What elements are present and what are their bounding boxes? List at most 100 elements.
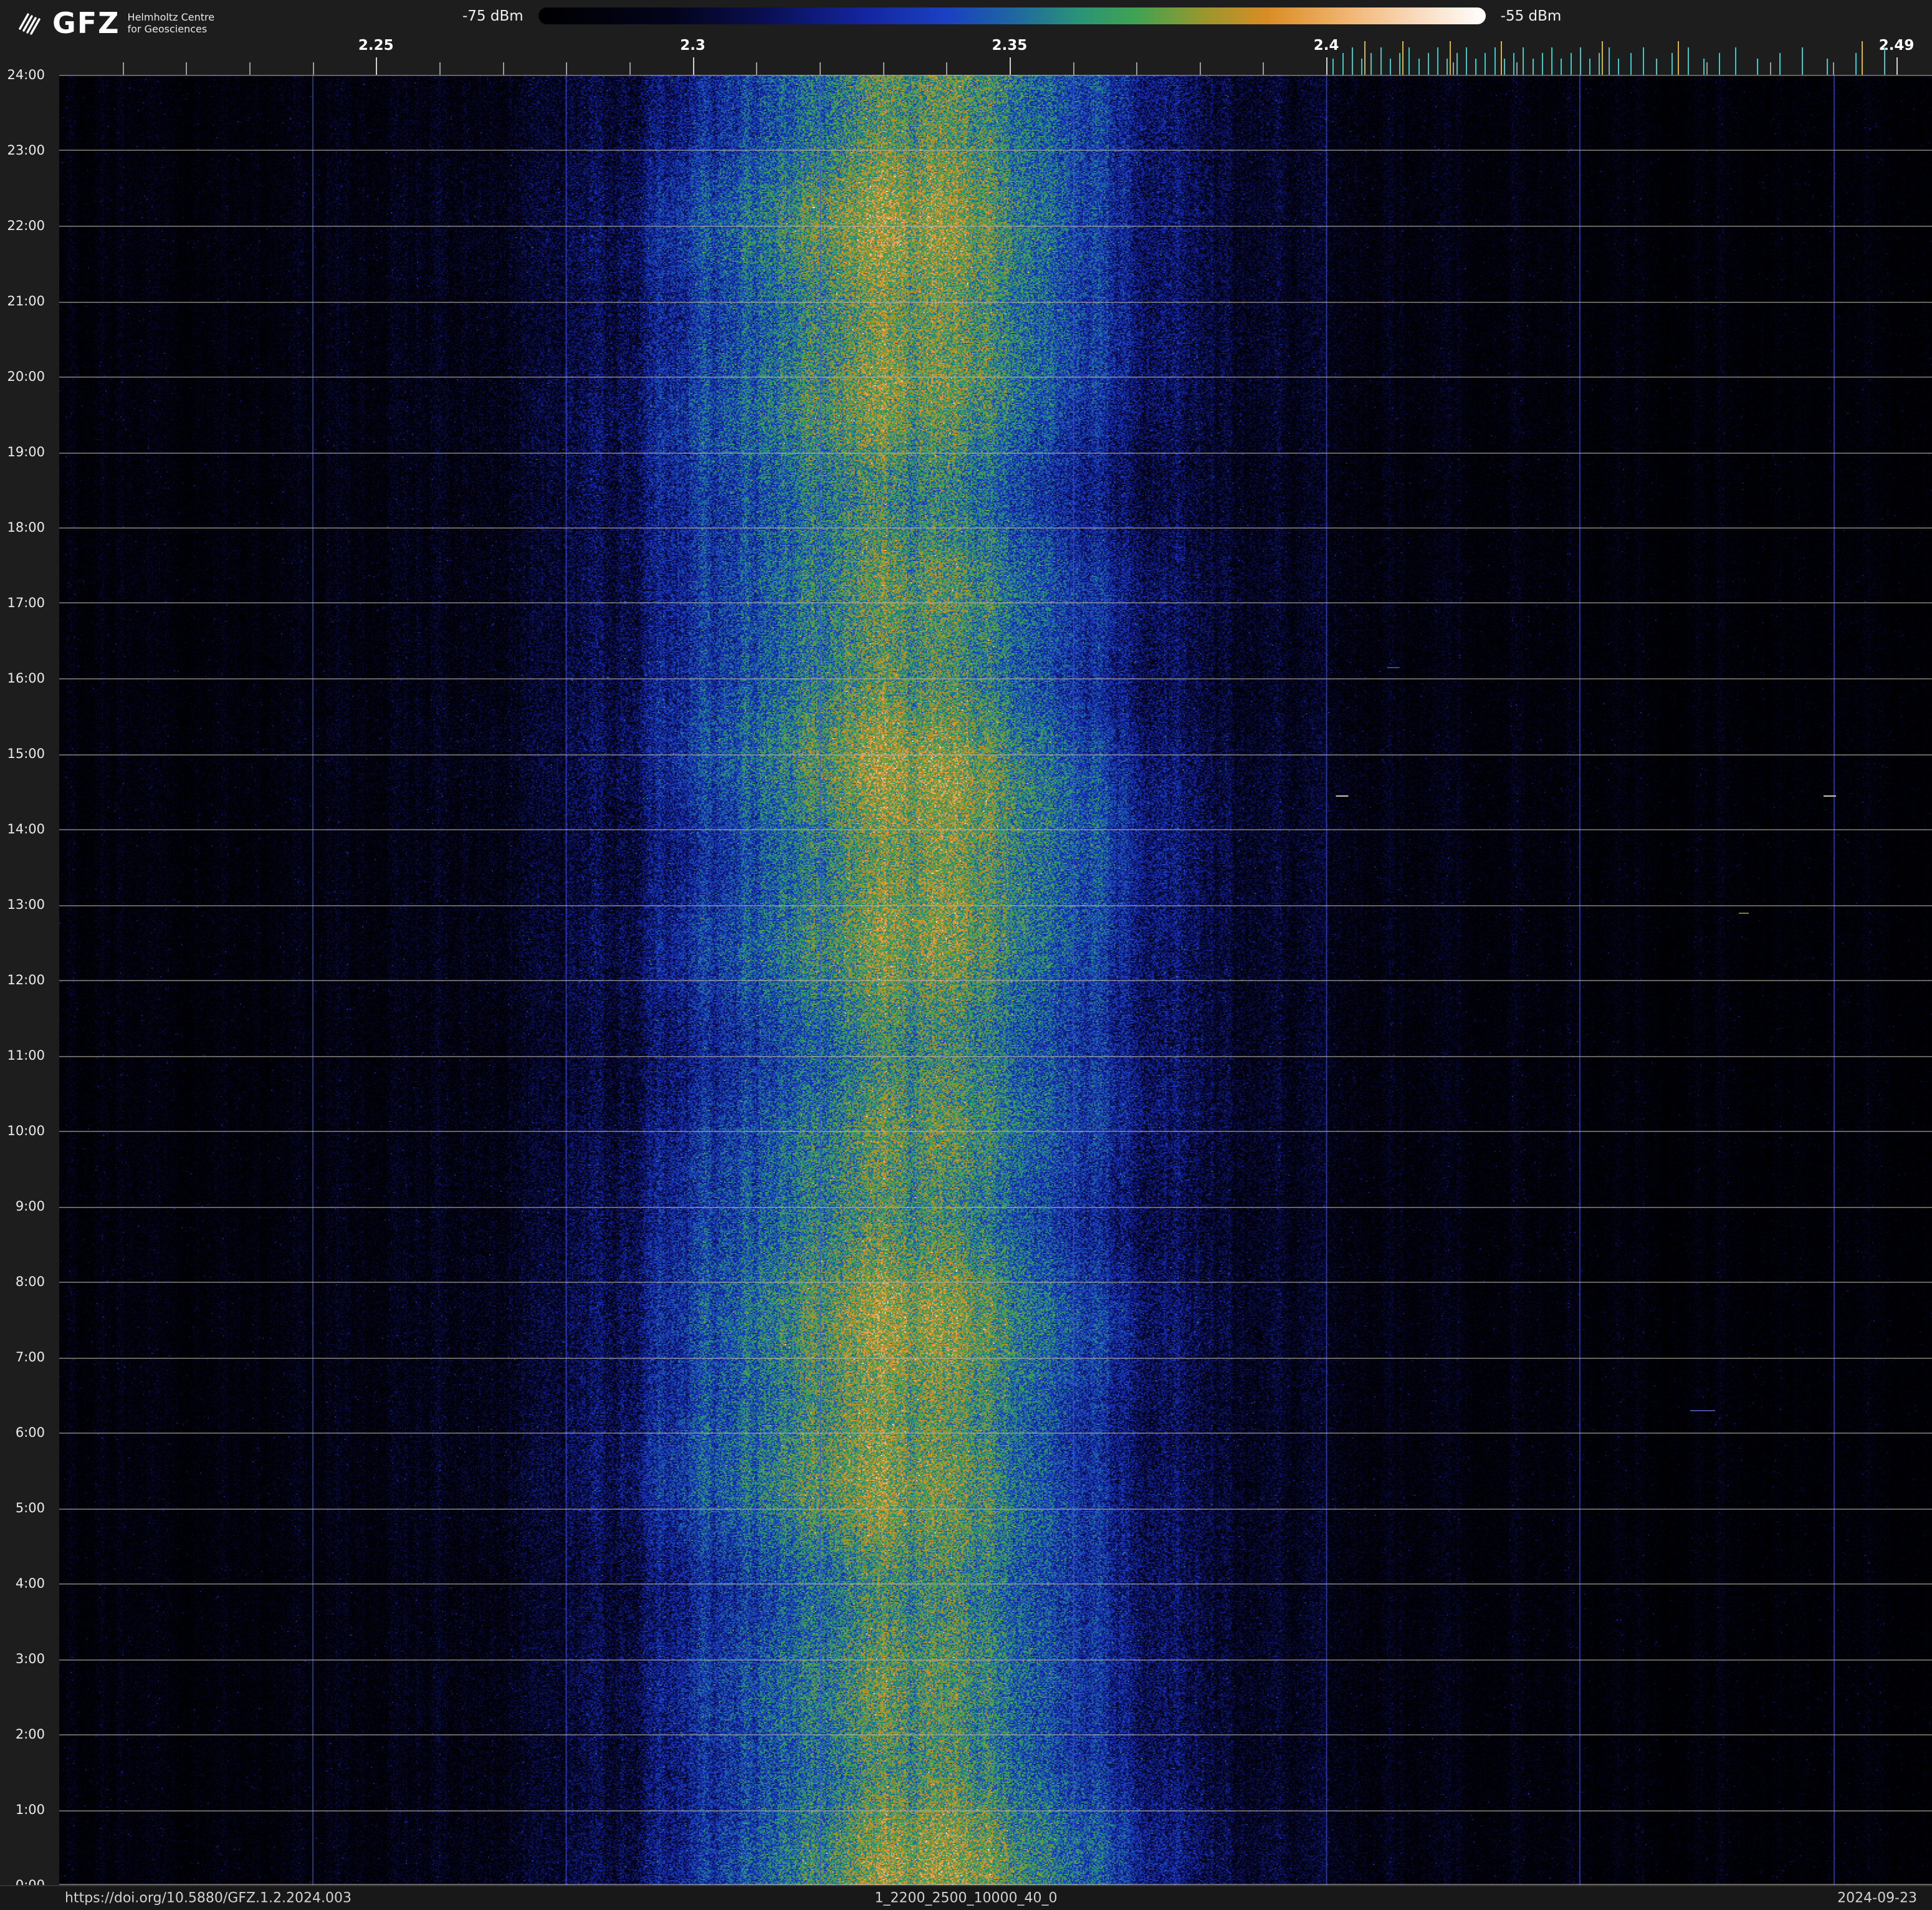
freq-minor-tick bbox=[1706, 62, 1708, 75]
signal-tick-cyan bbox=[1332, 59, 1334, 75]
signal-tick-cyan bbox=[1465, 47, 1467, 75]
doi-link[interactable]: https://doi.org/10.5880/GFZ.1.2.2024.003 bbox=[65, 1891, 351, 1906]
signal-tick-cyan bbox=[1361, 59, 1363, 75]
signal-tick-cyan bbox=[1494, 47, 1496, 75]
signal-tick-cyan bbox=[1599, 53, 1600, 75]
dataset-id: 1_2200_2500_10000_40_0 bbox=[874, 1890, 1058, 1906]
signal-tick-yellow bbox=[1364, 41, 1366, 75]
signal-tick-cyan bbox=[1617, 59, 1619, 75]
signal-tick-cyan bbox=[1503, 59, 1505, 75]
signal-tick-cyan bbox=[1655, 59, 1657, 75]
signal-tick-cyan bbox=[1380, 47, 1382, 75]
freq-minor-tick bbox=[1833, 62, 1835, 75]
date-label: 2024-09-23 bbox=[1837, 1890, 1917, 1906]
signal-tick-yellow bbox=[1678, 41, 1680, 75]
time-tick-label: 15:00 bbox=[7, 746, 45, 761]
signal-tick-cyan bbox=[1485, 53, 1486, 75]
signal-tick-cyan bbox=[1427, 53, 1429, 75]
signal-tick-cyan bbox=[1370, 53, 1372, 75]
colorbar-min-label: -75 dBm bbox=[462, 7, 524, 24]
signal-tick-cyan bbox=[1447, 59, 1448, 75]
signal-tick-yellow bbox=[1500, 41, 1502, 75]
signal-tick-cyan bbox=[1418, 59, 1420, 75]
signal-tick-cyan bbox=[1570, 53, 1572, 75]
time-tick-label: 9:00 bbox=[15, 1199, 45, 1214]
signal-tick-cyan bbox=[1513, 53, 1515, 75]
freq-minor-tick bbox=[1453, 62, 1455, 75]
freq-minor-tick bbox=[249, 62, 251, 75]
time-tick-label: 10:00 bbox=[7, 1123, 45, 1138]
freq-major-tick bbox=[376, 57, 378, 75]
signal-tick-cyan bbox=[1351, 47, 1353, 75]
signal-tick-cyan bbox=[1608, 47, 1610, 75]
signal-tick-cyan bbox=[1779, 53, 1781, 75]
logo-subtitle-line2: for Geosciences bbox=[127, 23, 208, 35]
freq-minor-tick bbox=[1516, 62, 1518, 75]
freq-tick-label: 2.35 bbox=[992, 37, 1028, 54]
signal-tick-cyan bbox=[1551, 47, 1553, 75]
colorbar-scale: -75 dBm -55 dBm bbox=[462, 7, 1561, 24]
time-tick-label: 8:00 bbox=[15, 1274, 45, 1289]
signal-tick-cyan bbox=[1561, 59, 1562, 75]
signal-tick-cyan bbox=[1532, 59, 1534, 75]
time-tick-label: 21:00 bbox=[7, 294, 45, 309]
logo-subtitle: Helmholtz Centre for Geosciences bbox=[128, 11, 215, 35]
signal-tick-cyan bbox=[1801, 47, 1803, 75]
time-tick-label: 7:00 bbox=[15, 1350, 45, 1365]
freq-minor-tick bbox=[439, 62, 441, 75]
signal-tick-cyan bbox=[1671, 53, 1673, 75]
signal-tick-cyan bbox=[1703, 59, 1705, 75]
spectrogram-page: GFZ Helmholtz Centre for Geosciences -75… bbox=[0, 0, 1932, 1910]
freq-minor-tick bbox=[312, 62, 314, 75]
signal-tick-yellow bbox=[1450, 41, 1451, 75]
freq-minor-tick bbox=[629, 62, 631, 75]
freq-tick-label: 2.25 bbox=[358, 37, 394, 54]
freq-minor-tick bbox=[819, 62, 821, 75]
freq-major-tick bbox=[1896, 57, 1898, 75]
logo-acronym: GFZ bbox=[52, 6, 120, 40]
gfz-logo-hatch-icon bbox=[19, 13, 41, 35]
time-tick-label: 2:00 bbox=[15, 1727, 45, 1742]
freq-major-tick bbox=[1326, 57, 1328, 75]
frequency-axis: 2.25 2.3 2.35 2.4 2.49 bbox=[59, 35, 1932, 75]
time-tick-label: 16:00 bbox=[7, 671, 45, 686]
signal-tick-cyan bbox=[1399, 53, 1401, 75]
spectrogram-canvas bbox=[59, 75, 1932, 1885]
freq-minor-tick bbox=[1073, 62, 1074, 75]
time-tick-label: 3:00 bbox=[15, 1651, 45, 1666]
freq-minor-tick bbox=[756, 62, 758, 75]
signal-tick-cyan bbox=[1855, 53, 1857, 75]
time-tick-label: 11:00 bbox=[7, 1048, 45, 1063]
signal-tick-cyan bbox=[1757, 59, 1759, 75]
time-tick-label: 6:00 bbox=[15, 1425, 45, 1440]
time-tick-label: 17:00 bbox=[7, 595, 45, 610]
signal-tick-cyan bbox=[1643, 47, 1645, 75]
signal-tick-cyan bbox=[1589, 59, 1591, 75]
time-tick-label: 12:00 bbox=[7, 972, 45, 987]
signal-tick-cyan bbox=[1630, 53, 1632, 75]
freq-minor-tick bbox=[882, 62, 884, 75]
signal-tick-yellow bbox=[1862, 41, 1863, 75]
time-tick-label: 24:00 bbox=[7, 67, 45, 82]
freq-minor-tick bbox=[122, 62, 124, 75]
signal-tick-cyan bbox=[1883, 47, 1885, 75]
time-tick-label: 20:00 bbox=[7, 369, 45, 384]
signal-tick-cyan bbox=[1523, 47, 1524, 75]
time-tick-label: 4:00 bbox=[15, 1576, 45, 1591]
signal-tick-cyan bbox=[1437, 47, 1439, 75]
freq-minor-tick bbox=[186, 62, 188, 75]
signal-tick-cyan bbox=[1475, 59, 1477, 75]
signal-tick-cyan bbox=[1389, 59, 1391, 75]
colorbar-gradient bbox=[538, 7, 1486, 24]
time-tick-label: 22:00 bbox=[7, 218, 45, 233]
freq-major-tick bbox=[1009, 57, 1011, 75]
footer: https://doi.org/10.5880/GFZ.1.2.2024.003… bbox=[0, 1885, 1932, 1910]
time-tick-label: 19:00 bbox=[7, 444, 45, 459]
time-tick-label: 18:00 bbox=[7, 520, 45, 535]
signal-tick-cyan bbox=[1579, 47, 1581, 75]
freq-minor-tick bbox=[1136, 62, 1138, 75]
signal-tick-cyan bbox=[1456, 53, 1458, 75]
plot-area bbox=[59, 75, 1932, 1885]
freq-minor-tick bbox=[1769, 62, 1771, 75]
colorbar-max-label: -55 dBm bbox=[1500, 7, 1562, 24]
